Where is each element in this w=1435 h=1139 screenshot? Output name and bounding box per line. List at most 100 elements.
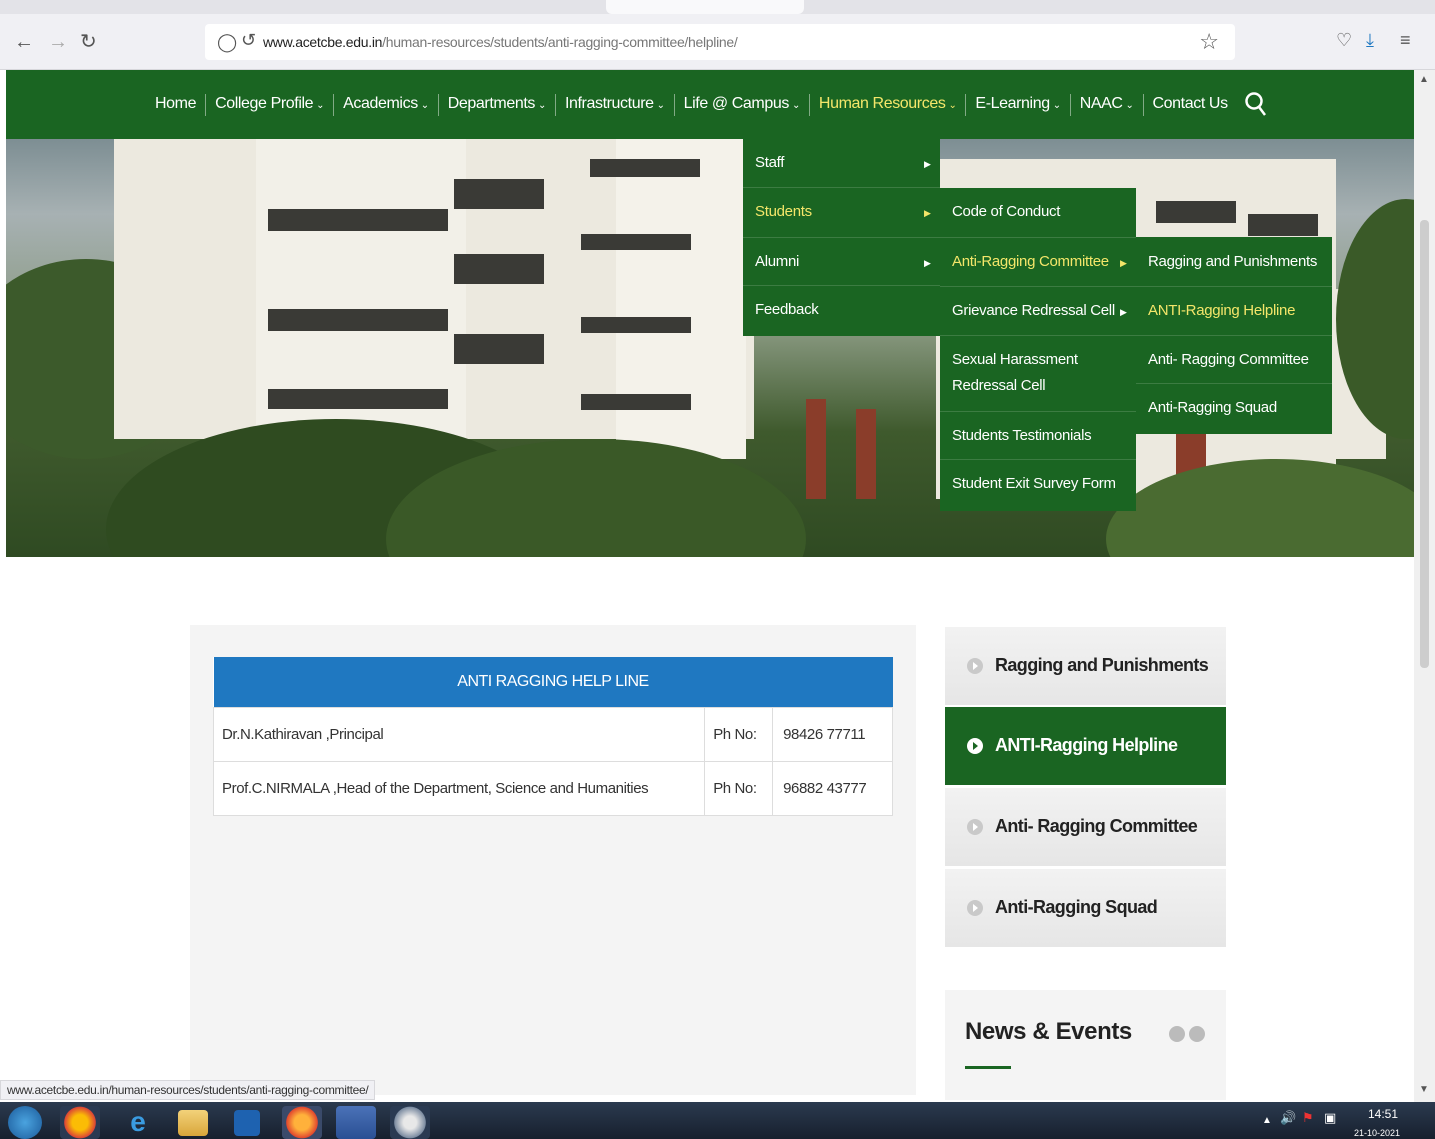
menu-item-label: Grievance Redressal Cell xyxy=(952,302,1115,319)
word-icon[interactable] xyxy=(336,1106,376,1139)
url-text[interactable]: www.acetcbe.edu.in/human-resources/stude… xyxy=(263,34,738,50)
internet-explorer-icon[interactable]: e xyxy=(118,1106,158,1139)
nav-item-label: Human Resources xyxy=(818,95,946,112)
forward-icon[interactable]: → xyxy=(48,30,68,54)
scroll-thumb[interactable] xyxy=(1420,220,1429,668)
menu-divider xyxy=(743,187,940,188)
chrome-icon[interactable] xyxy=(60,1106,100,1139)
nav-menu: Home College Profile ⌄ Academics ⌄ Department… xyxy=(146,94,1237,116)
nav-item-life-campus[interactable]: Life @ Campus ⌄ xyxy=(675,94,810,116)
sidebar-item-ragging-and-punishments[interactable]: Ragging and Punishments xyxy=(945,627,1226,705)
action-center-icon[interactable]: ▣ xyxy=(1324,1110,1336,1126)
active-tab[interactable] xyxy=(606,0,804,14)
nav-item-departments[interactable]: Departments ⌄ xyxy=(439,94,556,116)
menu-item-grievance-redressal-cell[interactable]: Grievance Redressal Cell ▶ xyxy=(940,301,1136,321)
search-icon[interactable] xyxy=(1244,90,1268,118)
students-submenu: Code of Conduct Anti-Ragging Committee ▶ Gr… xyxy=(940,188,1136,511)
table-row: Prof.C.NIRMALA ,Head of the Department, … xyxy=(212,760,893,816)
bookmark-star-icon[interactable]: ☆ xyxy=(1199,29,1219,55)
scroll-up-icon[interactable]: ▲ xyxy=(1419,74,1429,85)
media-player-icon[interactable] xyxy=(234,1110,260,1136)
nav-item-academics[interactable]: Academics ⌄ xyxy=(334,94,439,116)
clock-date[interactable]: 21-10-2021 xyxy=(1354,1128,1400,1139)
nav-item-contact-us[interactable]: Contact Us xyxy=(1144,94,1237,116)
tracking-shield-icon[interactable]: ◯ xyxy=(217,32,237,53)
menu-item-anti-ragging-committee[interactable]: Anti-Ragging Committee ▶ xyxy=(940,252,1136,272)
menu-item-staff[interactable]: Staff ▶ xyxy=(743,153,940,173)
arrow-circle-icon xyxy=(967,738,983,754)
menu-divider xyxy=(743,237,940,238)
menu-item-students-testimonials[interactable]: Students Testimonials xyxy=(940,426,1136,446)
firefox-icon[interactable] xyxy=(282,1106,322,1139)
pocket-icon[interactable]: ♡ xyxy=(1336,30,1352,51)
nav-item-infrastructure[interactable]: Infrastructure ⌄ xyxy=(556,94,675,116)
menu-item-label: Students xyxy=(755,203,812,220)
page-scrollbar[interactable]: ▲ ▼ xyxy=(1414,70,1435,1102)
chevron-down-icon: ⌄ xyxy=(316,100,325,111)
sidebar-item-anti-ragging-squad[interactable]: Anti-Ragging Squad xyxy=(945,869,1226,947)
news-next-icon[interactable] xyxy=(1189,1026,1205,1042)
menu-item-label: Sexual Harassment xyxy=(952,351,1078,368)
download-icon[interactable]: ⤓ xyxy=(1366,30,1374,51)
table-row: Dr.N.Kathiravan ,Principal Ph No: 98426 … xyxy=(212,706,893,762)
chevron-down-icon: ⌄ xyxy=(420,100,429,111)
menu-item-feedback[interactable]: Feedback xyxy=(743,300,940,320)
menu-divider xyxy=(1136,335,1332,336)
menu-item-label: Feedback xyxy=(755,301,819,318)
tray-expand-icon[interactable]: ▲ xyxy=(1262,1115,1272,1126)
chevron-right-icon: ▶ xyxy=(1120,307,1127,317)
status-bar-url: www.acetcbe.edu.in/human-resources/stude… xyxy=(0,1080,376,1100)
site-navigation: Home College Profile ⌄ Academics ⌄ Department… xyxy=(6,70,1414,139)
back-icon[interactable]: ← xyxy=(14,30,34,54)
menu-item-ragging-and-punishments[interactable]: Ragging and Punishments xyxy=(1136,252,1332,272)
reload-icon[interactable]: ↻ xyxy=(80,30,97,54)
anti-ragging-submenu: Ragging and Punishments ANTI-Ragging Help… xyxy=(1136,237,1332,434)
clock-time[interactable]: 14:51 xyxy=(1368,1107,1398,1121)
menu-item-alumni[interactable]: Alumni ▶ xyxy=(743,252,940,272)
menu-divider xyxy=(743,285,940,286)
lock-icon[interactable]: ↺ xyxy=(241,30,256,51)
chevron-down-icon: ⌄ xyxy=(791,100,800,111)
sidebar-item-label: Anti- Ragging Committee xyxy=(995,816,1198,836)
nav-item-label: Life @ Campus xyxy=(683,95,790,112)
start-button-icon[interactable] xyxy=(8,1106,42,1139)
nav-item-label: Contact Us xyxy=(1152,95,1229,112)
paint-icon[interactable] xyxy=(390,1106,430,1139)
nav-item-label: E-Learning xyxy=(975,95,1050,112)
nav-item-home[interactable]: Home xyxy=(146,94,207,116)
nav-item-human-resources[interactable]: Human Resources ⌄ xyxy=(810,94,967,116)
scroll-down-icon[interactable]: ▼ xyxy=(1419,1084,1429,1095)
file-explorer-icon[interactable] xyxy=(178,1110,208,1136)
menu-item-code-of-conduct[interactable]: Code of Conduct xyxy=(940,202,1136,222)
sidebar-item-anti-ragging-helpline[interactable]: ANTI-Ragging Helpline xyxy=(945,707,1226,785)
sidebar-item-anti-ragging-committee[interactable]: Anti- Ragging Committee xyxy=(945,788,1226,866)
menu-item-student-exit-survey-form[interactable]: Student Exit Survey Form xyxy=(940,474,1136,494)
nav-item-e-learning[interactable]: E-Learning ⌄ xyxy=(966,94,1071,116)
menu-item-anti-ragging-squad[interactable]: Anti-Ragging Squad xyxy=(1136,398,1332,418)
nav-item-label: Infrastructure xyxy=(564,95,654,112)
menu-item-students[interactable]: Students ▶ xyxy=(743,202,940,222)
menu-item-label: Anti-Ragging Committee xyxy=(952,253,1109,270)
nav-item-college-profile[interactable]: College Profile ⌄ xyxy=(206,94,335,116)
menu-item-anti-ragging-helpline[interactable]: ANTI-Ragging Helpline xyxy=(1136,301,1332,321)
chevron-down-icon: ⌄ xyxy=(948,100,957,111)
chevron-down-icon: ⌄ xyxy=(1052,100,1061,111)
browser-toolbar: ← → ↻ ◯ ↺ www.acetcbe.edu.in/human-resou… xyxy=(0,0,1435,70)
sidebar-item-label: Anti-Ragging Squad xyxy=(995,897,1158,917)
volume-icon[interactable]: 🔊 xyxy=(1280,1110,1296,1126)
menu-item-label: ANTI-Ragging Helpline xyxy=(1148,302,1296,319)
phone-label: Ph No: xyxy=(704,760,774,816)
address-bar[interactable]: ◯ ↺ www.acetcbe.edu.in/human-resources/s… xyxy=(205,24,1235,60)
nav-item-label: College Profile xyxy=(215,95,314,112)
menu-item-sexual-harassment[interactable]: Sexual Harassment Redressal Cell xyxy=(940,350,1136,396)
helpline-table-title: ANTI RAGGING HELP LINE xyxy=(213,657,893,707)
news-prev-icon[interactable] xyxy=(1169,1026,1185,1042)
menu-divider xyxy=(1136,383,1332,384)
menu-divider xyxy=(1136,286,1332,287)
nav-item-naac[interactable]: NAAC ⌄ xyxy=(1071,94,1144,116)
network-icon[interactable]: ⚑ xyxy=(1302,1110,1314,1126)
menu-item-label: Anti- Ragging Committee xyxy=(1148,351,1309,368)
menu-icon[interactable]: ≡ xyxy=(1400,30,1411,51)
menu-item-anti-ragging-committee[interactable]: Anti- Ragging Committee xyxy=(1136,350,1332,370)
contact-name: Prof.C.NIRMALA ,Head of the Department, … xyxy=(212,760,706,816)
